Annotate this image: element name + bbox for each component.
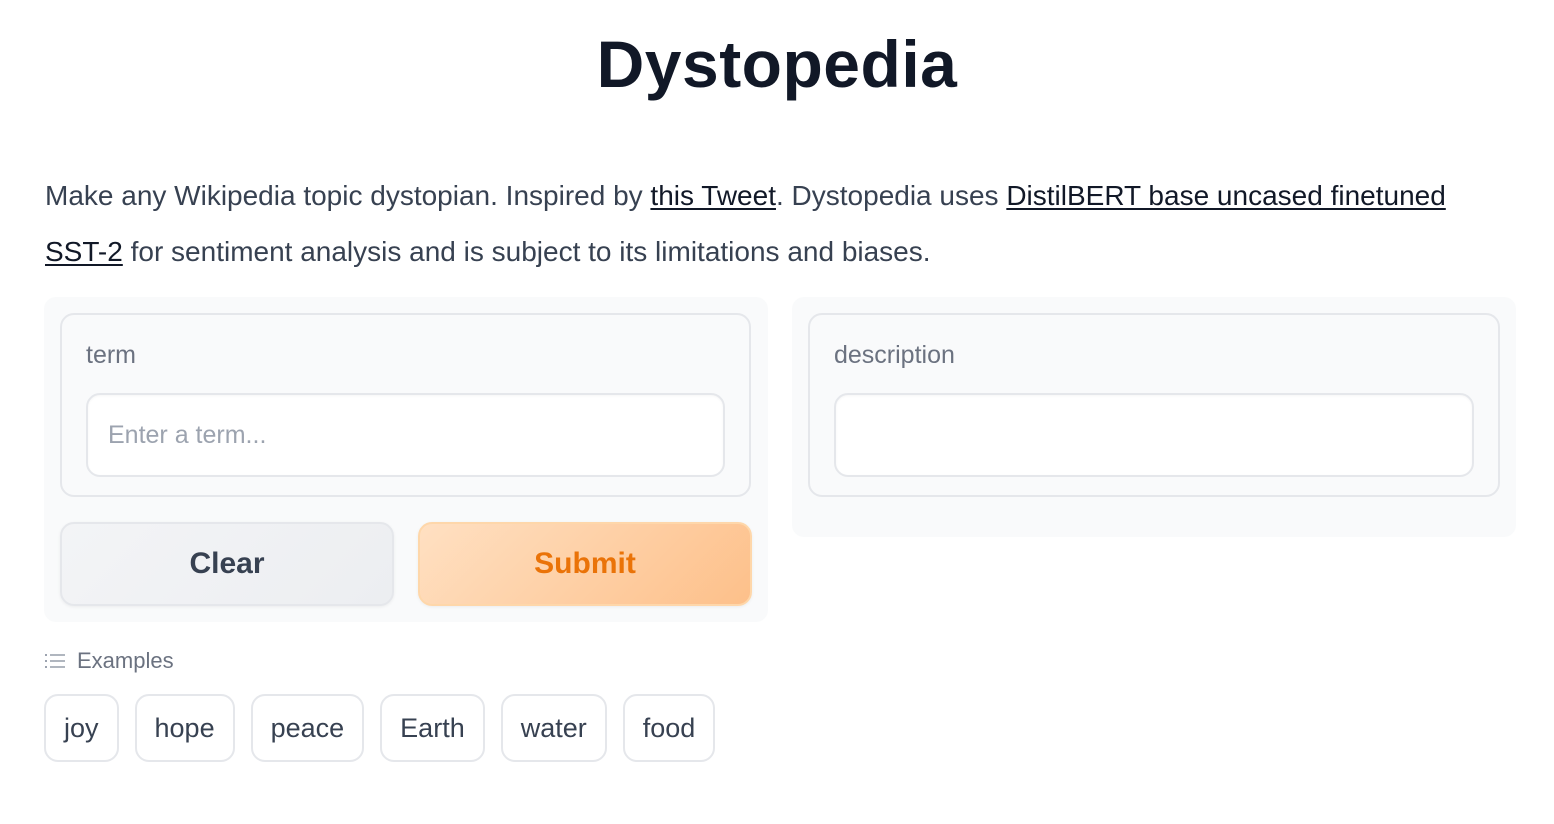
examples-list: joy hope peace Earth water food — [44, 694, 716, 762]
description-text-2: . Dystopedia uses — [775, 180, 1007, 211]
term-label: term — [86, 341, 136, 369]
list-icon — [45, 654, 65, 668]
app-description: Make any Wikipedia topic dystopian. Insp… — [45, 168, 1465, 280]
description-text-1: Make any Wikipedia topic dystopian. Insp… — [45, 180, 651, 211]
example-item[interactable]: joy — [44, 694, 119, 762]
example-item[interactable]: Earth — [380, 694, 485, 762]
example-item[interactable]: water — [500, 694, 607, 762]
description-text-3: for sentiment analysis and is subject to… — [122, 236, 931, 267]
example-item[interactable]: hope — [134, 694, 235, 762]
examples-label: Examples — [77, 648, 174, 673]
input-panel: term Clear Submit — [44, 297, 768, 622]
submit-button[interactable]: Submit — [418, 522, 752, 606]
term-block: term — [60, 313, 751, 497]
example-item[interactable]: peace — [250, 694, 365, 762]
description-label: description — [834, 341, 955, 369]
page-title: Dystopedia — [596, 27, 958, 101]
clear-button[interactable]: Clear — [60, 522, 394, 606]
term-input[interactable] — [86, 393, 725, 477]
tweet-link[interactable]: this Tweet — [650, 180, 776, 211]
output-panel: description — [792, 297, 1516, 537]
examples-header: Examples — [45, 648, 174, 674]
example-item[interactable]: food — [622, 694, 716, 762]
description-output[interactable] — [834, 393, 1474, 477]
description-block: description — [808, 313, 1500, 497]
